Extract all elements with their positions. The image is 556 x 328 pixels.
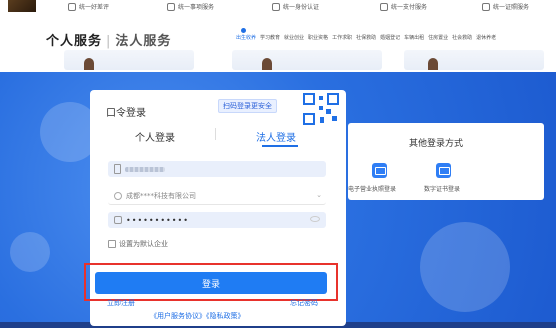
digital-certificate-icon[interactable]: [436, 163, 451, 178]
tab-divider: [215, 128, 216, 140]
tab-corporate-login[interactable]: 法人登录: [256, 129, 296, 144]
other-login-title: 其他登录方式: [409, 139, 464, 149]
title-divider: |: [106, 34, 112, 49]
doc-icon: [167, 2, 175, 11]
corporate-service-title[interactable]: 法人服务: [115, 34, 171, 49]
default-company-option[interactable]: 设置为默认企业: [108, 239, 168, 249]
service-card[interactable]: [64, 50, 194, 70]
wallet-icon: [380, 2, 388, 11]
service-card[interactable]: [232, 50, 382, 70]
shield-icon: [272, 2, 280, 11]
top-utility-bar: 统一好差评 统一事项服务 统一身份认证 统一支付服务 统一证照服务: [0, 0, 556, 17]
highlight-box: [84, 263, 338, 301]
masked-account: [125, 166, 165, 172]
personal-service-title[interactable]: 个人服务: [46, 34, 102, 49]
person-image: [262, 58, 272, 70]
register-link[interactable]: 立即注册: [107, 298, 135, 308]
chevron-down-icon[interactable]: ⌄: [316, 191, 322, 199]
category-nav: 出生收养 学习教育 就业创业 职业资格 工作求职 社保救助 婚姻登记 车辆出租 …: [236, 28, 496, 41]
topbar-item-review[interactable]: 统一好差评: [68, 2, 109, 11]
qr-code-icon[interactable]: [302, 92, 340, 126]
company-select[interactable]: 成都****科技有限公司 ⌄: [108, 188, 326, 205]
nav-item-social-security[interactable]: 社保救助: [356, 28, 376, 41]
password-login-title: 口令登录: [106, 108, 146, 119]
phone-icon: [114, 164, 121, 174]
topbar-item-license[interactable]: 统一证照服务: [482, 2, 529, 11]
nav-item-marriage[interactable]: 婚姻登记: [380, 28, 400, 41]
scan-login-tip: 扫码登录更安全: [218, 99, 277, 113]
account-field[interactable]: [108, 161, 326, 177]
eye-icon[interactable]: [310, 216, 320, 222]
lock-icon: [114, 216, 122, 224]
agreement-links[interactable]: 《用户服务协议》《隐私政策》: [150, 311, 245, 321]
nav-item-education[interactable]: 学习教育: [260, 28, 280, 41]
active-tab-underline: [262, 145, 298, 147]
default-checkbox[interactable]: [108, 240, 116, 248]
topbar-item-payment[interactable]: 统一支付服务: [380, 2, 427, 11]
page-title: 个人服务 | 法人服务: [46, 30, 171, 49]
topbar-item-matters[interactable]: 统一事项服务: [167, 2, 214, 11]
nav-item-job[interactable]: 工作求职: [332, 28, 352, 41]
forgot-password-link[interactable]: 忘记密码: [290, 298, 318, 308]
id-card-icon: [482, 2, 490, 11]
nav-item-housing[interactable]: 住房置业: [428, 28, 448, 41]
password-field[interactable]: •••••••••••: [108, 212, 326, 228]
header-thumbnail: [8, 0, 36, 12]
nav-item-qualification[interactable]: 职业资格: [308, 28, 328, 41]
nav-item-retirement[interactable]: 退休养老: [476, 28, 496, 41]
smiley-icon: [68, 2, 76, 11]
tab-personal-login[interactable]: 个人登录: [135, 129, 175, 144]
default-company-label: 设置为默认企业: [119, 240, 168, 248]
person-image: [428, 58, 438, 70]
password-value: •••••••••••: [126, 215, 189, 225]
nav-item-relief[interactable]: 社会救助: [452, 28, 472, 41]
person-image: [84, 58, 94, 70]
topbar-item-identity[interactable]: 统一身份认证: [272, 2, 319, 11]
service-cards: [64, 50, 544, 72]
nav-item-vehicle[interactable]: 车辆出租: [404, 28, 424, 41]
service-card[interactable]: [404, 50, 544, 70]
digital-certificate-login-label[interactable]: 数字证书登录: [424, 184, 460, 193]
business-license-login-label[interactable]: 电子营业执照登录: [348, 184, 396, 193]
nav-item-birth[interactable]: 出生收养: [236, 28, 256, 41]
company-icon: [114, 192, 122, 200]
business-license-icon[interactable]: [372, 163, 387, 178]
nav-item-employment[interactable]: 就业创业: [284, 28, 304, 41]
company-value: 成都****科技有限公司: [126, 192, 196, 200]
